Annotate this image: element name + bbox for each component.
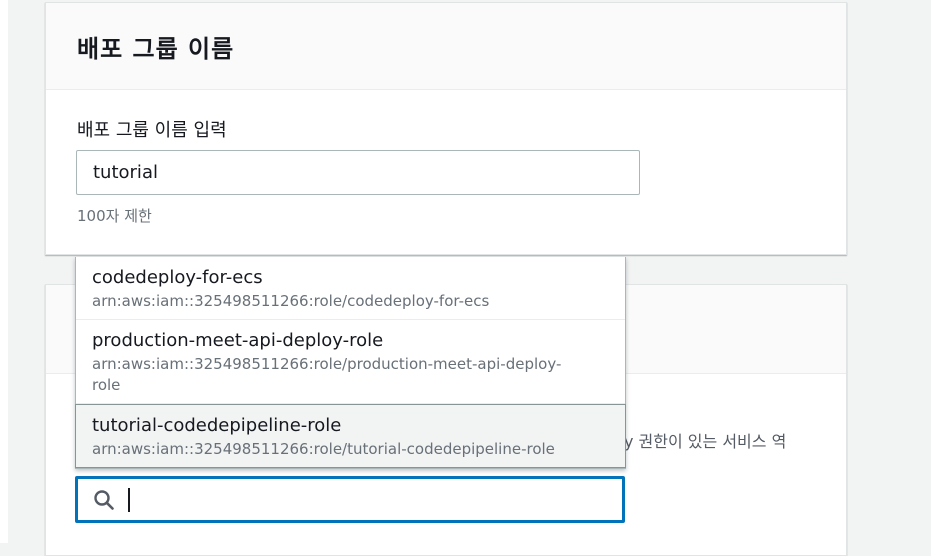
length-hint: 100자 제한 (77, 207, 152, 225)
role-option-name: tutorial-codedepipeline-role (92, 415, 342, 436)
role-option[interactable]: codedeploy-for-ecs arn:aws:iam::32549851… (76, 257, 625, 320)
role-option-highlighted[interactable]: tutorial-codedepipeline-role arn:aws:iam… (75, 404, 626, 468)
panel-title: 배포 그룹 이름 (46, 3, 846, 90)
role-option-name: production-meet-api-deploy-role (92, 330, 384, 351)
role-option-arn: arn:aws:iam::325498511266:role/tutorial-… (92, 440, 555, 458)
text-cursor (128, 488, 130, 512)
field-label: 배포 그룹 이름 입력 (77, 120, 227, 141)
search-icon (94, 490, 114, 510)
role-option-arn: arn:aws:iam::325498511266:role/codedeplo… (92, 292, 490, 310)
left-strip (0, 0, 8, 543)
deployment-group-panel: 배포 그룹 이름 배포 그룹 이름 입력 tutorial 100자 제한 (45, 2, 847, 255)
service-role-description: y 권한이 있는 서비스 역 (624, 432, 787, 451)
role-option-name: codedeploy-for-ecs (92, 267, 263, 288)
role-search-input[interactable] (75, 476, 625, 523)
deployment-group-name-input[interactable]: tutorial (76, 150, 640, 195)
role-option-arn: arn:aws:iam::325498511266:role/productio… (92, 355, 562, 394)
role-option[interactable]: production-meet-api-deploy-role arn:aws:… (76, 320, 625, 404)
service-role-dropdown: codedeploy-for-ecs arn:aws:iam::32549851… (75, 257, 626, 469)
